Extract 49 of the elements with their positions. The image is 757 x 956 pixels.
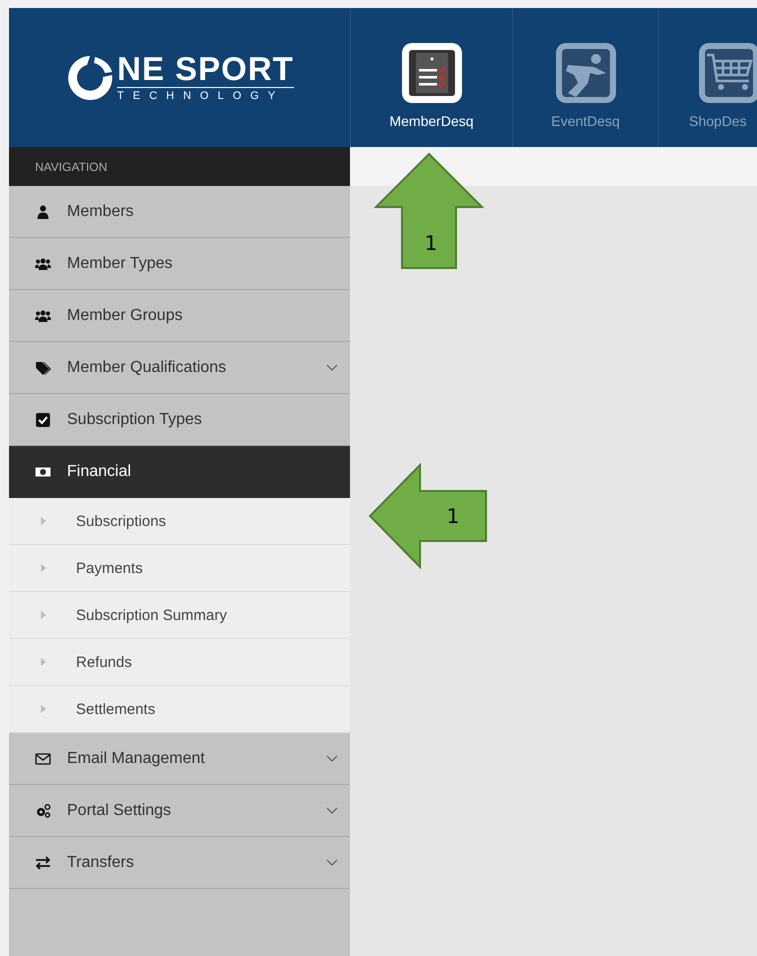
nav-item[interactable]: Financial bbox=[9, 446, 350, 498]
submenu-item[interactable]: Subscriptions bbox=[9, 498, 350, 545]
submenu-label: Subscriptions bbox=[76, 512, 166, 530]
envelope-icon bbox=[35, 750, 51, 766]
nav-label: Member Groups bbox=[67, 306, 184, 324]
callout-number: 1 bbox=[424, 231, 438, 255]
submenu-item[interactable]: Refunds bbox=[9, 639, 350, 686]
nav-label: Member Qualifications bbox=[67, 358, 228, 376]
submenu-item[interactable]: Settlements bbox=[9, 686, 350, 733]
cogs-icon bbox=[35, 802, 51, 818]
arrows-icon bbox=[35, 854, 51, 870]
nav-label: Email Management bbox=[67, 750, 206, 768]
app-tab[interactable]: MemberDesq bbox=[350, 8, 512, 147]
caret-right-icon bbox=[41, 658, 46, 666]
tags-icon bbox=[35, 360, 51, 376]
checklist-icon bbox=[400, 40, 464, 104]
submenu-item[interactable]: Payments bbox=[9, 545, 350, 592]
submenu-label: Refunds bbox=[76, 654, 132, 670]
group-icon bbox=[35, 256, 51, 272]
submenu-label: Subscription Summary bbox=[76, 606, 227, 624]
checkbox-icon bbox=[35, 412, 51, 428]
nav-label: Transfers bbox=[67, 854, 135, 872]
logo-text: NE SPORT bbox=[117, 51, 294, 88]
caret-right-icon bbox=[41, 517, 46, 525]
app-tab[interactable]: EventDesq bbox=[512, 8, 658, 147]
chevron-down-icon bbox=[326, 858, 338, 866]
nav-label: Portal Settings bbox=[67, 802, 172, 820]
nav-label: Financial bbox=[67, 462, 132, 480]
caret-right-icon bbox=[41, 611, 46, 619]
nav-label: Member Types bbox=[67, 254, 174, 272]
caret-right-icon bbox=[41, 705, 46, 713]
nav-label: Subscription Types bbox=[67, 410, 203, 428]
callout-number: 1 bbox=[446, 504, 460, 528]
logo-subtitle: TECHNOLOGY bbox=[117, 89, 286, 104]
submenu-label: Settlements bbox=[76, 700, 156, 718]
submenu-item[interactable]: Subscription Summary bbox=[9, 592, 350, 639]
chevron-down-icon bbox=[326, 364, 338, 372]
app-tab[interactable]: ShopDes bbox=[658, 8, 757, 147]
group-icon bbox=[35, 308, 51, 324]
cart-icon bbox=[697, 40, 757, 104]
nav-label: Members bbox=[67, 202, 135, 220]
nav-item[interactable]: Member Qualifications bbox=[9, 342, 350, 394]
chevron-down-icon bbox=[326, 806, 338, 814]
runner-icon bbox=[554, 40, 618, 104]
user-icon bbox=[35, 204, 51, 220]
chevron-down-icon bbox=[326, 754, 338, 762]
caret-right-icon bbox=[41, 564, 46, 572]
sidebar-heading: NAVIGATION bbox=[9, 147, 350, 186]
submenu-label: Payments bbox=[76, 560, 143, 576]
